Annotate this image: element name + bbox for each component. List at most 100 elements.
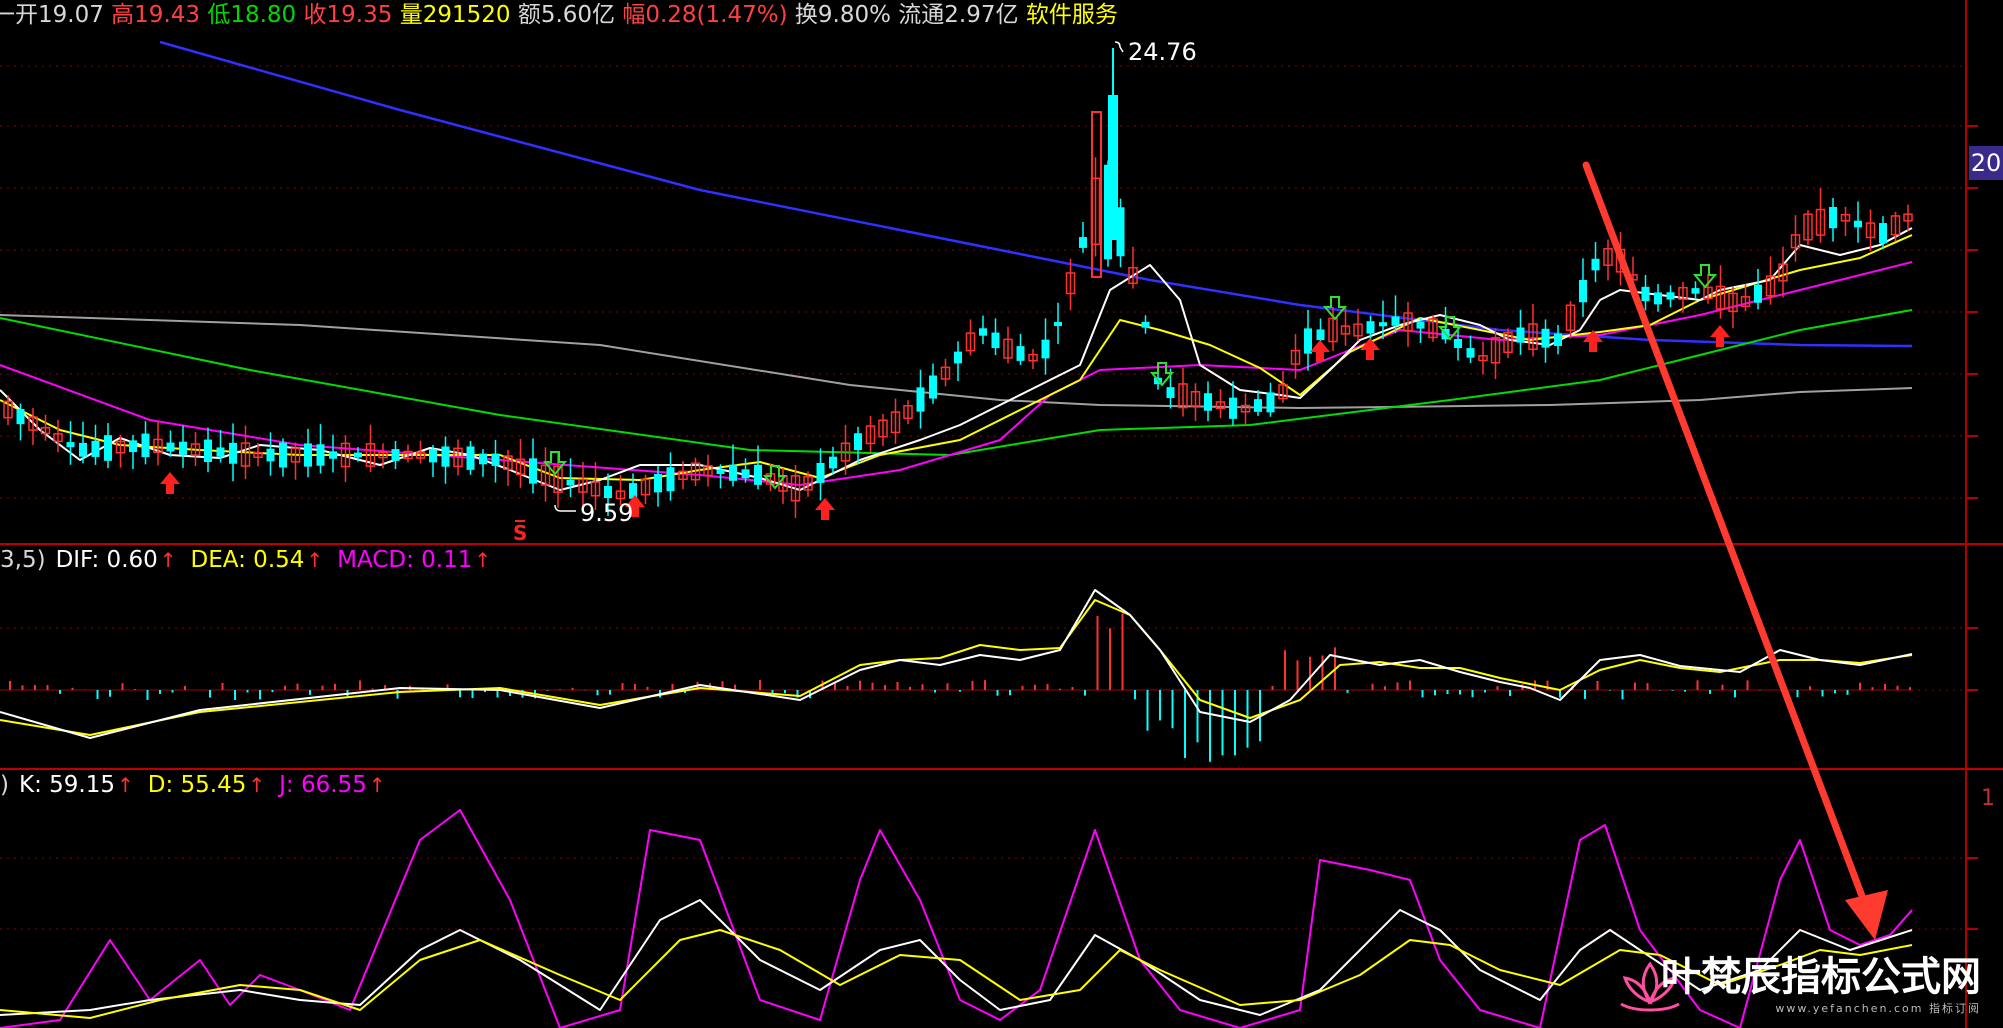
- down-candle-body: [266, 448, 275, 462]
- open-value: 19.07: [38, 2, 104, 28]
- peak-candle-body: [1108, 95, 1118, 240]
- ma60-line: [0, 309, 1913, 456]
- down-candle-body: [129, 440, 137, 453]
- close-label: 收: [303, 2, 327, 28]
- down-candle-body: [66, 442, 75, 448]
- macd-dea-text: DEA: 0.54: [190, 547, 305, 573]
- high-marker-label: 24.76: [1128, 38, 1197, 66]
- grid-lines: [0, 0, 2003, 1028]
- macd-dif-label: DIF: 0.60 ↑: [56, 545, 177, 575]
- open-label-dash: 一: [0, 2, 15, 28]
- float-label: 流通: [898, 2, 945, 28]
- dif-up-arrow-icon: ↑: [159, 548, 177, 572]
- high-value: 19.43: [134, 2, 201, 28]
- down-candle-body: [304, 443, 312, 467]
- kdj-params: ): [0, 772, 9, 798]
- down-candle-body: [1654, 292, 1662, 305]
- close-value: 19.35: [326, 2, 393, 28]
- down-candle-body: [479, 453, 487, 465]
- down-candle-body: [441, 446, 450, 467]
- annotations: 24.76 9.59 S: [513, 38, 1888, 940]
- j-up-arrow-icon: ↑: [368, 773, 386, 797]
- down-candle-body: [1591, 258, 1600, 271]
- down-candle-body: [141, 433, 150, 458]
- watermark: 叶梵辰指标公式网 www.yefanchen.com 指标订阅: [1661, 954, 1981, 1016]
- down-candle-body: [666, 467, 675, 492]
- trade-signals: [160, 264, 1730, 520]
- dea-up-arrow-icon: ↑: [306, 548, 324, 572]
- down-candle-body: [979, 328, 987, 336]
- down-candle-body: [1204, 393, 1212, 411]
- down-candle-body: [229, 442, 237, 464]
- down-candle-body: [391, 449, 400, 461]
- down-candle-body: [1304, 328, 1312, 354]
- down-candle-body: [1166, 387, 1175, 399]
- sector-value: 软件服务: [1025, 2, 1118, 28]
- macd-params: 3,5): [0, 547, 46, 573]
- buy-arrow-icon: [1360, 338, 1380, 360]
- down-candle-body: [491, 453, 500, 466]
- kdj-header: ) K: 59.15 ↑ D: 55.45 ↑ J: 66.55 ↑: [0, 770, 400, 800]
- down-candle-body: [1466, 348, 1475, 358]
- sell-arrow-icon: [1322, 296, 1348, 321]
- down-candle-body: [166, 442, 175, 452]
- down-candle-body: [1554, 333, 1562, 347]
- down-candle-body: [216, 447, 225, 457]
- turnover-label: 换: [794, 2, 818, 28]
- down-candle-body: [1416, 321, 1425, 329]
- down-candle-body: [204, 439, 212, 463]
- quote-bar: 一开19.07 高19.43 低18.80 收19.35 量291520 额5.…: [0, 0, 1118, 30]
- down-candle-body: [604, 485, 612, 499]
- kdj-k-text: K: 59.15: [18, 772, 115, 798]
- chart-canvas[interactable]: 24.76 9.59 S: [0, 0, 2003, 1028]
- macd-macd-label: MACD: 0.11 ↑: [337, 545, 491, 575]
- kdj-k-label: K: 59.15 ↑: [19, 770, 134, 800]
- macd-panel: [0, 589, 1913, 762]
- down-candle-body: [104, 435, 112, 461]
- down-candle-body: [854, 433, 862, 451]
- down-candle-body: [566, 479, 575, 486]
- watermark-subtitle: www.yefanchen.com 指标订阅: [1775, 1002, 1981, 1015]
- down-candle-body: [179, 441, 187, 455]
- watermark-title: 叶梵辰指标公式网: [1661, 954, 1981, 1000]
- k-up-arrow-icon: ↑: [116, 773, 134, 797]
- down-candle-body: [1054, 321, 1062, 327]
- signal-s-label: S: [513, 521, 527, 545]
- down-candle-body: [654, 473, 662, 493]
- change-value: 0.28(1.47%): [645, 2, 788, 28]
- kdj-j-text: J: 66.55: [279, 772, 367, 798]
- down-candle-body: [1579, 280, 1587, 303]
- down-candle-body: [1829, 206, 1837, 229]
- kdj-d-label: D: 55.45 ↑: [148, 770, 265, 800]
- down-candle-body: [1754, 284, 1762, 303]
- down-candle-body: [1516, 327, 1525, 343]
- down-candle-body: [1079, 237, 1087, 248]
- down-candle-body: [916, 387, 925, 412]
- d-up-arrow-icon: ↑: [248, 773, 266, 797]
- volume-label: 量: [399, 2, 423, 28]
- down-candle-body: [929, 375, 937, 399]
- down-candle-body: [1879, 223, 1887, 244]
- down-candle-body: [816, 462, 825, 483]
- open-label: 开: [15, 2, 38, 28]
- annotation-arrow-head: [1845, 890, 1888, 940]
- down-candle-body: [1266, 392, 1275, 413]
- down-candle-body: [79, 442, 87, 457]
- down-candle-body: [991, 332, 1000, 349]
- down-candle-body: [741, 469, 750, 479]
- down-candle-body: [316, 444, 325, 466]
- down-candle-body: [1366, 321, 1375, 334]
- down-candle-body: [1854, 220, 1862, 228]
- down-candle-body: [729, 464, 737, 481]
- down-candle-body: [716, 469, 725, 475]
- low-label: 低: [207, 2, 231, 28]
- change-label: 幅: [622, 2, 646, 28]
- turnover-value: 9.80%: [817, 2, 891, 28]
- macd-up-arrow-icon: ↑: [474, 548, 492, 572]
- macd-macd-text: MACD: 0.11: [337, 547, 473, 573]
- down-candle-body: [1016, 346, 1025, 361]
- down-candle-body: [1316, 329, 1325, 341]
- sell-arrow-icon: [1692, 264, 1718, 289]
- down-candle-body: [1541, 328, 1550, 348]
- down-candle-body: [1641, 286, 1650, 302]
